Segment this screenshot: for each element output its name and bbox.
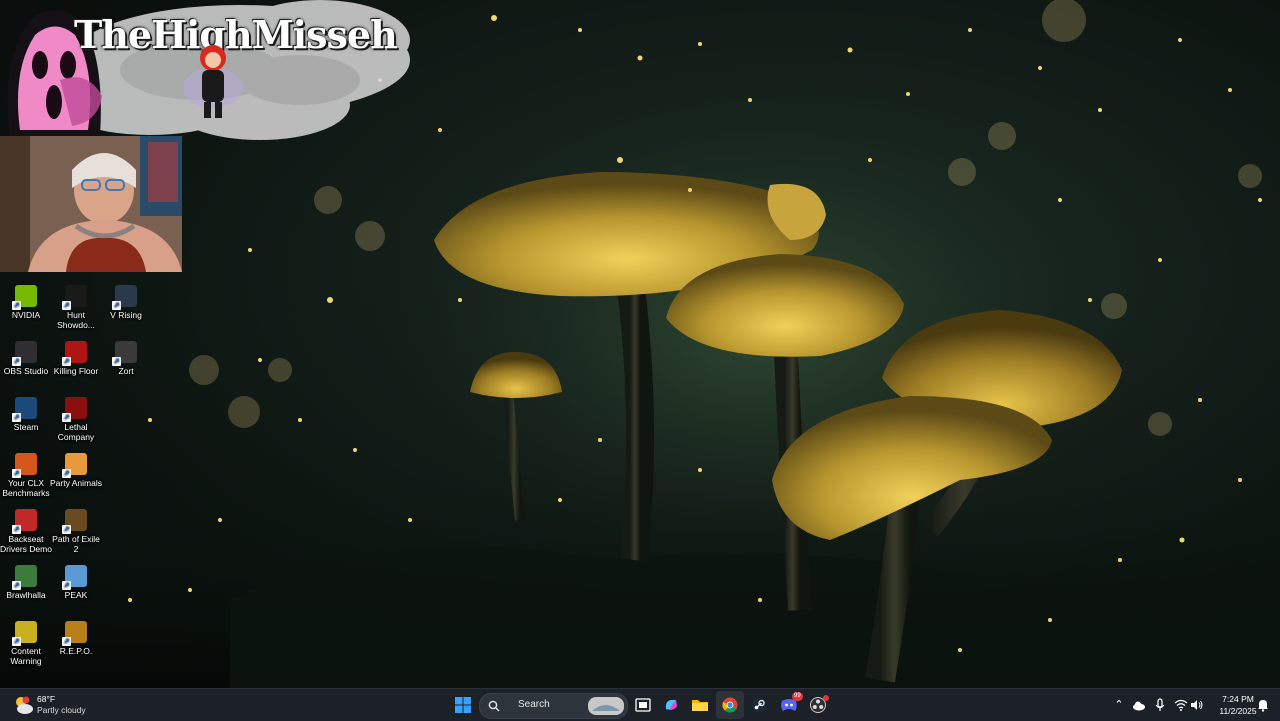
shortcut-arrow-icon: ↗ — [62, 581, 71, 590]
taskbar-search[interactable]: Search — [479, 693, 628, 719]
backseat-drivers-icon: ↗ — [12, 509, 37, 534]
notification-bell-icon[interactable] — [1256, 698, 1270, 712]
desktop-icon-label: Path of Exile 2 — [52, 534, 100, 554]
desktop-icon-label: OBS Studio — [3, 366, 49, 376]
webcam-feed — [0, 136, 182, 272]
killing-floor-icon: ↗ — [62, 341, 87, 366]
file-explorer-button[interactable] — [687, 689, 713, 721]
steam-icon: ↗ — [12, 397, 37, 422]
brawlhalla-icon: ↗ — [12, 565, 37, 590]
steam-taskbar-button[interactable] — [746, 689, 772, 721]
desktop-icon-label: Your CLX Benchmarks — [2, 478, 50, 498]
zort-icon: ↗ — [112, 341, 137, 366]
windows-logo-icon — [455, 697, 471, 713]
search-label: Search — [518, 699, 550, 710]
repo-icon: ↗ — [62, 621, 87, 646]
desktop-icon-label: Zort — [118, 366, 134, 376]
desktop-icon-lethal-company[interactable]: ↗ Lethal Company — [50, 397, 102, 442]
discord-notification-badge: 99 — [792, 692, 803, 701]
desktop-icon-label: Killing Floor — [53, 366, 99, 376]
desktop-icon-killing-floor[interactable]: ↗ Killing Floor — [50, 341, 102, 376]
shortcut-arrow-icon: ↗ — [112, 357, 121, 366]
wifi-icon[interactable] — [1174, 698, 1188, 712]
desktop-icon-hunt-showdown[interactable]: ↗ Hunt Showdo... — [50, 285, 102, 330]
v-rising-icon: ↗ — [112, 285, 137, 310]
discord-button[interactable]: 99 — [776, 689, 803, 721]
shortcut-arrow-icon: ↗ — [12, 525, 21, 534]
desktop-icon-label: Brawlhalla — [6, 590, 46, 600]
desktop-icon-label: NVIDIA — [11, 310, 41, 320]
path-of-exile-icon: ↗ — [62, 509, 87, 534]
start-button[interactable] — [450, 689, 476, 721]
weather-temperature: 68°F — [37, 694, 56, 704]
folder-icon — [692, 700, 708, 711]
streamer-avatar — [183, 45, 243, 118]
shortcut-arrow-icon: ↗ — [12, 469, 21, 478]
desktop-icon-nvidia[interactable]: ↗ NVIDIA — [0, 285, 52, 320]
desktop-icon-label: Lethal Company — [57, 422, 95, 442]
party-animals-icon: ↗ — [62, 453, 87, 478]
desktop-icon-label: PEAK — [64, 590, 88, 600]
shortcut-arrow-icon: ↗ — [12, 413, 21, 422]
copilot-icon — [665, 700, 677, 710]
desktop-icon-clx-benchmarks[interactable]: ↗ Your CLX Benchmarks — [0, 453, 52, 498]
partly-cloudy-icon — [16, 696, 33, 714]
desktop-icon-v-rising[interactable]: ↗ V Rising — [100, 285, 152, 320]
desktop-icon-brawlhalla[interactable]: ↗ Brawlhalla — [0, 565, 52, 600]
desktop-icon-label: Backseat Drivers Demo — [0, 534, 52, 554]
search-icon — [488, 700, 500, 712]
search-highlight-icon — [588, 697, 624, 715]
task-view-icon — [635, 698, 651, 712]
shortcut-arrow-icon: ↗ — [12, 301, 21, 310]
volume-icon[interactable] — [1190, 698, 1204, 712]
shortcut-arrow-icon: ↗ — [62, 357, 71, 366]
chevron-up-icon[interactable]: ⌃ — [1112, 698, 1126, 712]
desktop-icon-label: Steam — [13, 422, 39, 432]
desktop-icon-label: Party Animals — [50, 478, 102, 488]
chrome-icon — [722, 697, 738, 713]
steam-icon — [751, 697, 767, 713]
desktop-icon-backseat-drivers[interactable]: ↗ Backseat Drivers Demo — [0, 509, 52, 554]
chrome-button[interactable] — [716, 691, 744, 719]
weather-widget[interactable]: 68°F Partly cloudy — [4, 689, 114, 721]
desktop-icon-path-of-exile[interactable]: ↗ Path of Exile 2 — [50, 509, 102, 554]
peak-icon: ↗ — [62, 565, 87, 590]
desktop-icon-label: Hunt Showdo... — [57, 310, 95, 330]
desktop-icon-party-animals[interactable]: ↗ Party Animals — [50, 453, 102, 488]
desktop: TheHighMisseh ↗ NVIDIA ↗ Hunt Showdo... ↗ — [0, 0, 1280, 688]
obs-taskbar-button[interactable] — [805, 689, 831, 721]
hunt-showdown-icon: ↗ — [62, 285, 87, 310]
desktop-icon-repo[interactable]: ↗ R.E.P.O. — [50, 621, 102, 656]
copilot-button[interactable] — [658, 689, 684, 721]
clx-benchmarks-icon: ↗ — [12, 453, 37, 478]
desktop-icon-label: R.E.P.O. — [59, 646, 93, 656]
stream-overlay-banner: TheHighMisseh — [0, 0, 410, 140]
taskbar: 68°F Partly cloudy Search 99 ⌃ 7:24 PM 1… — [0, 688, 1280, 721]
desktop-icon-label: V Rising — [110, 310, 142, 320]
task-view-button[interactable] — [630, 689, 656, 721]
weather-description: Partly cloudy — [37, 705, 86, 715]
microphone-icon[interactable] — [1153, 698, 1167, 712]
obs-studio-icon: ↗ — [12, 341, 37, 366]
shortcut-arrow-icon: ↗ — [62, 413, 71, 422]
desktop-icon-steam[interactable]: ↗ Steam — [0, 397, 52, 432]
desktop-icon-obs-studio[interactable]: ↗ OBS Studio — [0, 341, 52, 376]
shortcut-arrow-icon: ↗ — [62, 301, 71, 310]
shortcut-arrow-icon: ↗ — [62, 637, 71, 646]
desktop-icon-label: Content Warning — [10, 646, 42, 666]
obs-recording-dot — [823, 695, 829, 701]
desktop-icon-zort[interactable]: ↗ Zort — [100, 341, 152, 376]
shortcut-arrow-icon: ↗ — [12, 637, 21, 646]
shortcut-arrow-icon: ↗ — [112, 301, 121, 310]
shortcut-arrow-icon: ↗ — [12, 581, 21, 590]
nvidia-icon: ↗ — [12, 285, 37, 310]
desktop-icon-content-warning[interactable]: ↗ Content Warning — [0, 621, 52, 666]
lethal-company-icon: ↗ — [62, 397, 87, 422]
content-warning-icon: ↗ — [12, 621, 37, 646]
shortcut-arrow-icon: ↗ — [12, 357, 21, 366]
onedrive-icon[interactable] — [1132, 698, 1146, 712]
shortcut-arrow-icon: ↗ — [62, 525, 71, 534]
shortcut-arrow-icon: ↗ — [62, 469, 71, 478]
desktop-icon-peak[interactable]: ↗ PEAK — [50, 565, 102, 600]
